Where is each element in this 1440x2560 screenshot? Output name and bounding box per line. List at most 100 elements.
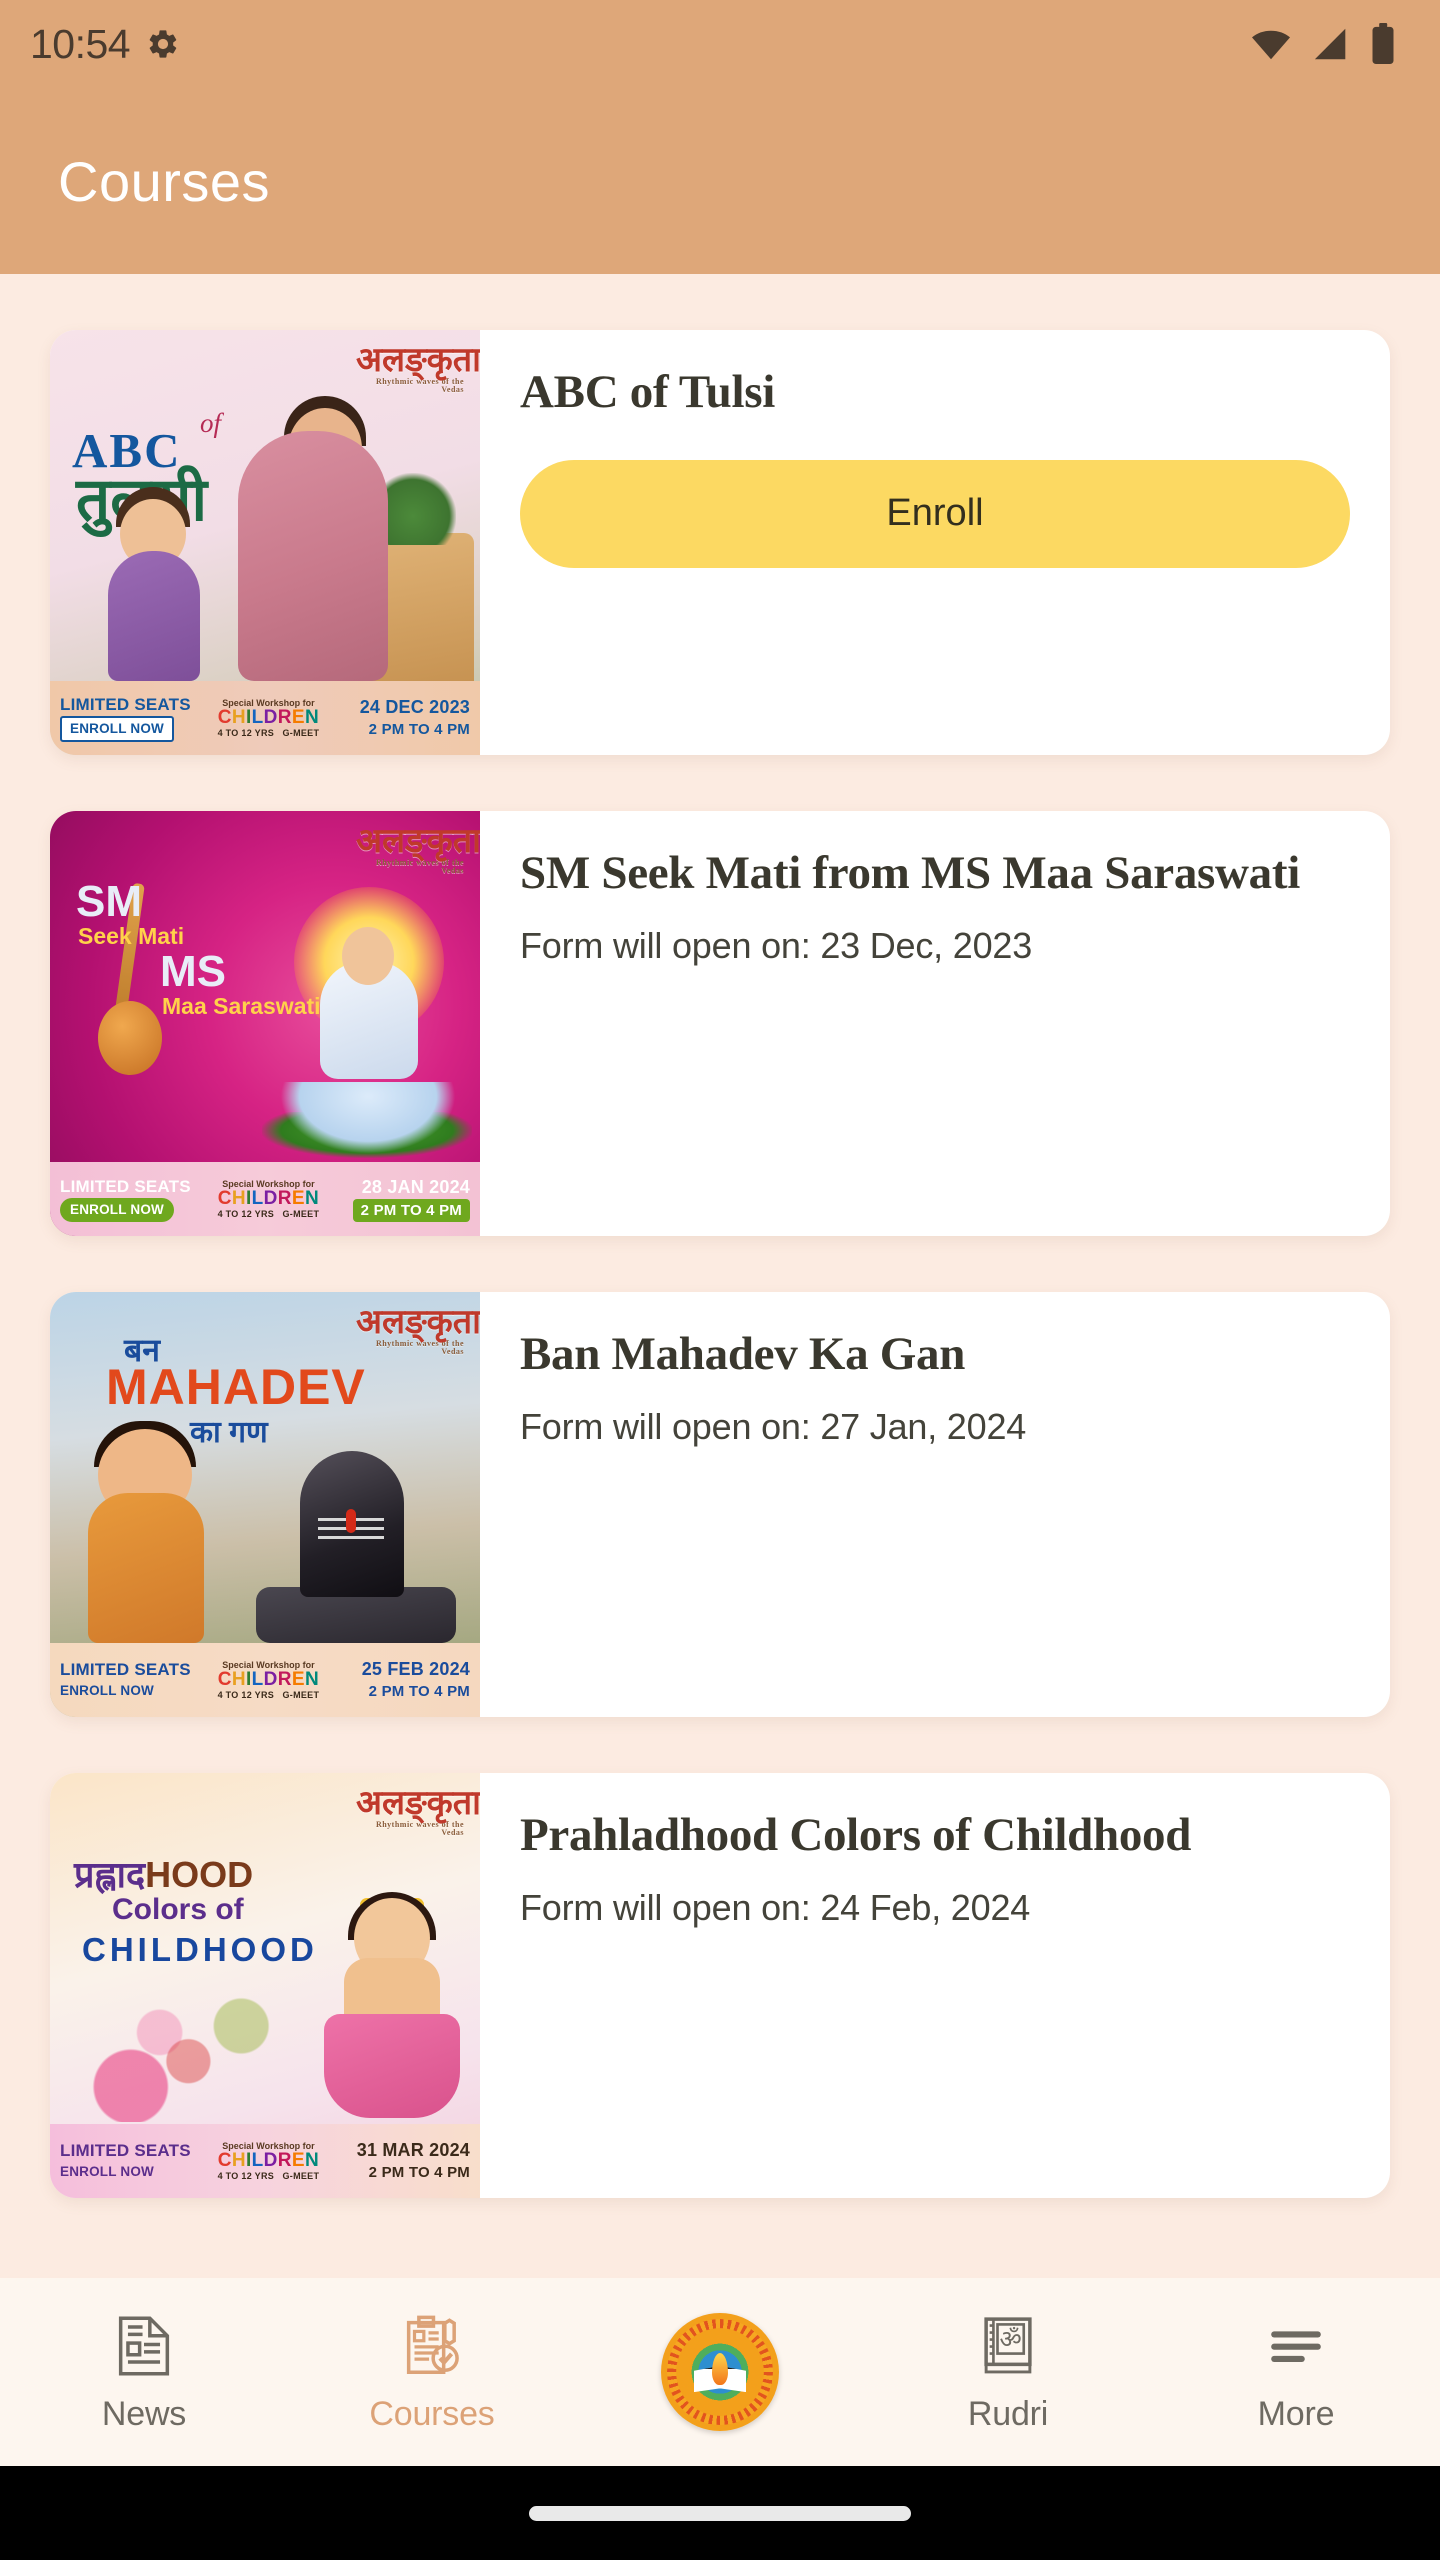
nav-item-rudri[interactable]: ॐ Rudri <box>864 2311 1152 2434</box>
nav-label-rudri: Rudri <box>967 2394 1049 2433</box>
status-bar-right <box>1248 23 1396 65</box>
poster-limited-seats: LIMITED SEATS <box>60 1177 191 1197</box>
poster-age-platform: 4 TO 12 YRS G-MEET <box>217 728 320 739</box>
course-card[interactable]: अलङ्कृता Rhythmic waves of the Vedas बन … <box>50 1292 1390 1717</box>
poster-limited-seats: LIMITED SEATS <box>60 1660 191 1680</box>
bottom-navigation-bar: News Courses ॐ Rudri More <box>0 2278 1440 2466</box>
nav-label-courses: Courses <box>369 2394 495 2433</box>
nav-item-more[interactable]: More <box>1152 2311 1440 2434</box>
poster-art-tilak <box>346 1509 356 1533</box>
poster-headline-post: का गण <box>190 1416 268 1449</box>
status-bar-clock: 10:54 <box>30 20 131 67</box>
poster-headline-mid: Colors of <box>112 1893 244 1926</box>
nav-label-news: News <box>101 2394 187 2433</box>
poster-time: 2 PM TO 4 PM <box>352 1198 470 1222</box>
svg-text:ॐ: ॐ <box>999 2324 1021 2353</box>
cellular-signal-icon <box>1314 28 1346 60</box>
app-logo-emblem-icon <box>661 2313 779 2431</box>
poster-time: 2 PM TO 4 PM <box>368 2163 470 2181</box>
poster-art-color-cubes <box>78 1962 318 2122</box>
news-document-icon <box>118 2316 170 2375</box>
poster-footer-strip: LIMITED SEATS ENROLL NOW Special Worksho… <box>50 1162 480 1236</box>
course-card-body: Prahladhood Colors of Childhood Form wil… <box>480 1773 1390 2198</box>
wifi-icon <box>1252 30 1290 60</box>
course-card[interactable]: अलङ्कृता Rhythmic waves of the Vedas प्र… <box>50 1773 1390 2198</box>
poster-age-platform: 4 TO 12 YRS G-MEET <box>217 1209 320 1220</box>
brand-logo-icon: अलङ्कृता Rhythmic waves of the Vedas <box>356 1785 480 1837</box>
course-card[interactable]: अलङ्कृता Rhythmic waves of the Vedas SM … <box>50 811 1390 1236</box>
poster-children-word: CHILDREN <box>217 1188 320 1210</box>
poster-headline-2: MS <box>160 947 226 996</box>
poster-art-woman <box>238 431 388 681</box>
poster-children-word: CHILDREN <box>217 707 320 729</box>
poster-subheadline-2: Maa Saraswati <box>162 993 321 1019</box>
poster-date: 24 DEC 2023 <box>359 697 470 718</box>
poster-age-platform: 4 TO 12 YRS G-MEET <box>217 1690 320 1701</box>
course-title: Ban Mahadev Ka Gan <box>520 1328 966 1380</box>
poster-enroll-now: ENROLL NOW <box>60 715 174 742</box>
poster-children-word: CHILDREN <box>217 1669 320 1691</box>
poster-subheadline: Seek Mati <box>78 923 185 949</box>
poster-art-veena-gourd <box>98 1001 162 1075</box>
course-poster-image: अलङ्कृता Rhythmic waves of the Vedas SM … <box>50 811 480 1236</box>
poster-art-lotus <box>280 1082 456 1154</box>
page-title: Courses <box>58 149 271 213</box>
poster-age-platform: 4 TO 12 YRS G-MEET <box>217 2171 320 2182</box>
poster-headline-post: CHILDHOOD <box>82 1931 318 1968</box>
poster-time: 2 PM TO 4 PM <box>368 720 470 738</box>
nav-item-news[interactable]: News <box>0 2311 288 2434</box>
course-form-open-date: Form will open on: 23 Dec, 2023 <box>520 924 1033 966</box>
poster-limited-seats: LIMITED SEATS <box>60 2141 191 2161</box>
brand-logo-icon: अलङ्कृता Rhythmic waves of the Vedas <box>356 342 480 394</box>
poster-art-saraswati-face <box>342 927 394 985</box>
logo-flame <box>712 2353 728 2386</box>
course-poster-image: अलङ्कृता Rhythmic waves of the Vedas ABC… <box>50 330 480 755</box>
home-indicator[interactable] <box>529 2505 911 2521</box>
poster-enroll-now: ENROLL NOW <box>60 2163 154 2179</box>
poster-headline-of: of <box>200 408 222 438</box>
nav-item-home-logo[interactable] <box>576 2313 864 2431</box>
poster-headline: MAHADEV <box>106 1359 366 1415</box>
poster-headline: SM <box>76 877 142 926</box>
course-card[interactable]: अलङ्कृता Rhythmic waves of the Vedas ABC… <box>50 330 1390 755</box>
poster-limited-seats: LIMITED SEATS <box>60 695 191 715</box>
poster-enroll-now: ENROLL NOW <box>60 1197 174 1222</box>
course-poster-image: अलङ्कृता Rhythmic waves of the Vedas प्र… <box>50 1773 480 2198</box>
status-bar-left: 10:54 <box>30 21 180 68</box>
course-title: Prahladhood Colors of Childhood <box>520 1809 1192 1861</box>
status-bar: 10:54 <box>0 0 1440 88</box>
poster-footer-strip: LIMITED SEATS ENROLL NOW Special Worksho… <box>50 1643 480 1717</box>
system-home-indicator-bar <box>0 2466 1440 2560</box>
poster-date: 25 FEB 2024 <box>361 1659 470 1680</box>
hamburger-menu-icon <box>1271 2330 1321 2362</box>
brand-logo-icon: अलङ्कृता Rhythmic waves of the Vedas <box>356 823 480 875</box>
course-title: SM Seek Mati from MS Maa Saraswati <box>520 847 1300 899</box>
course-poster-image: अलङ्कृता Rhythmic waves of the Vedas बन … <box>50 1292 480 1717</box>
clipboard-check-icon <box>406 2315 459 2374</box>
courses-list[interactable]: अलङ्कृता Rhythmic waves of the Vedas ABC… <box>0 274 1440 2278</box>
poster-date: 28 JAN 2024 <box>361 1177 470 1198</box>
poster-enroll-now: ENROLL NOW <box>60 1682 154 1698</box>
poster-children-word: CHILDREN <box>217 2150 320 2172</box>
app-bar: Courses <box>0 88 1440 274</box>
course-card-body: Ban Mahadev Ka Gan Form will open on: 27… <box>480 1292 1390 1717</box>
poster-headline: प्रह्लादHOOD <box>74 1854 254 1895</box>
course-card-body: ABC of Tulsi Enroll <box>480 330 1390 755</box>
poster-date: 31 MAR 2024 <box>356 2140 470 2161</box>
enroll-button[interactable]: Enroll <box>520 459 1350 568</box>
book-om-icon: ॐ <box>984 2316 1032 2373</box>
course-card-body: SM Seek Mati from MS Maa Saraswati Form … <box>480 811 1390 1236</box>
poster-art-boy <box>88 1493 204 1643</box>
brand-logo-icon: अलङ्कृता Rhythmic waves of the Vedas <box>356 1304 480 1356</box>
poster-art-girl <box>108 551 200 681</box>
battery-icon <box>1372 23 1394 65</box>
nav-item-courses[interactable]: Courses <box>288 2311 576 2434</box>
gear-icon <box>149 30 177 58</box>
course-title: ABC of Tulsi <box>520 366 776 418</box>
course-form-open-date: Form will open on: 24 Feb, 2024 <box>520 1886 1031 1928</box>
nav-label-more: More <box>1257 2394 1335 2433</box>
poster-art-prahlad-legs <box>324 2014 460 2118</box>
course-form-open-date: Form will open on: 27 Jan, 2024 <box>520 1405 1027 1447</box>
poster-time: 2 PM TO 4 PM <box>368 1682 470 1700</box>
poster-footer-strip: LIMITED SEATS ENROLL NOW Special Worksho… <box>50 2124 480 2198</box>
